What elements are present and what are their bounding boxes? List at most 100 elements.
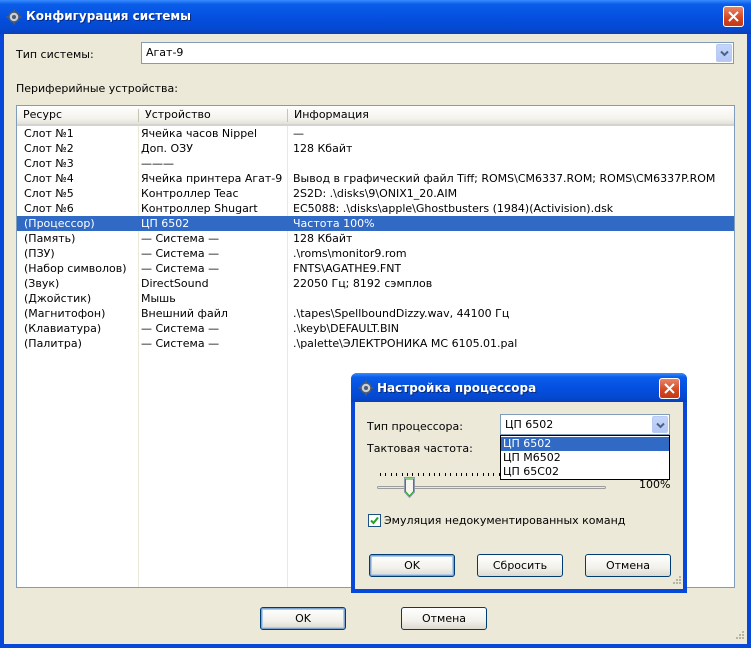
cpu-dialog-title: Настройка процессора bbox=[377, 381, 537, 395]
cell-info: 128 Кбайт bbox=[293, 142, 353, 155]
slider-tick bbox=[401, 473, 403, 476]
cpu-type-value: ЦП 6502 bbox=[505, 418, 554, 431]
table-row[interactable]: (Магнитофон) Внешний файл .\tapes\Spellbou… bbox=[17, 306, 734, 321]
app-gear-icon bbox=[6, 9, 22, 25]
main-titlebar[interactable]: Конфигурация системы bbox=[0, 0, 751, 34]
cell-info: — bbox=[293, 127, 304, 140]
undocumented-ops-label[interactable]: Эмуляция недокументированных команд bbox=[384, 514, 625, 527]
cpu-type-option[interactable]: ЦП 6502 bbox=[501, 437, 669, 451]
cell-device: — Система — bbox=[141, 322, 220, 335]
slider-tick bbox=[444, 473, 446, 476]
cell-info: Вывод в графический файл Tiff; ROMS\CM63… bbox=[293, 172, 716, 185]
resize-grip-icon[interactable] bbox=[733, 630, 745, 642]
table-row[interactable]: (Процессор) ЦП 6502 Частота 100% bbox=[17, 216, 734, 231]
slider-tick bbox=[380, 473, 381, 476]
slider-tick bbox=[385, 473, 387, 476]
column-header-info[interactable]: Информация bbox=[288, 106, 728, 124]
cpu-type-option[interactable]: ЦП M6502 bbox=[501, 451, 669, 465]
chevron-down-icon bbox=[656, 422, 665, 429]
cell-device: Ячейка часов Nippel bbox=[141, 127, 258, 140]
cell-info: Частота 100% bbox=[293, 217, 375, 230]
slider-tick bbox=[493, 473, 495, 476]
slider-tick bbox=[455, 473, 457, 476]
cell-resource: Слот №6 bbox=[24, 202, 74, 215]
cpu-type-select[interactable]: ЦП 6502 bbox=[500, 414, 670, 435]
cell-device: — Система — bbox=[141, 262, 220, 275]
table-row[interactable]: (Палитра) — Система — .\palette\ЭЛЕКТРОНИК… bbox=[17, 336, 734, 351]
cell-device: Контроллер Teac bbox=[141, 187, 239, 200]
slider-tick bbox=[396, 473, 398, 476]
table-row[interactable]: Слот №1 Ячейка часов Nippel — bbox=[17, 126, 734, 141]
cell-resource: (Клавиатура) bbox=[24, 322, 102, 335]
cell-resource: (Набор символов) bbox=[24, 262, 127, 275]
app-gear-icon bbox=[358, 380, 374, 396]
table-row[interactable]: (ПЗУ) — Система — .\roms\monitor9.rom bbox=[17, 246, 734, 261]
cpu-reset-button[interactable]: Сбросить bbox=[477, 554, 563, 577]
close-icon bbox=[728, 11, 739, 22]
column-header-device[interactable]: Устройство bbox=[139, 106, 287, 124]
cell-resource: Слот №4 bbox=[24, 172, 74, 185]
cell-resource: Слот №1 bbox=[24, 127, 74, 140]
close-icon bbox=[664, 383, 675, 394]
slider-tick bbox=[417, 473, 419, 476]
slider-tick bbox=[450, 473, 452, 476]
cell-device: DirectSound bbox=[141, 277, 209, 290]
cell-resource: Слот №5 bbox=[24, 187, 74, 200]
table-row[interactable]: Слот №3 ——— bbox=[17, 156, 734, 171]
table-row[interactable]: Слот №4 Ячейка принтера Агат-9 Вывод в гра… bbox=[17, 171, 734, 186]
cell-info: 22050 Гц; 8192 сэмплов bbox=[293, 277, 433, 290]
peripherals-label: Периферийные устройства: bbox=[16, 82, 178, 95]
cpu-dialog-close-button[interactable] bbox=[659, 378, 680, 399]
slider-tick bbox=[390, 473, 392, 476]
slider-tick bbox=[434, 473, 435, 476]
cell-info: EC5088: .\disks\apple\Ghostbusters (1984… bbox=[293, 202, 614, 215]
cell-device: Мышь bbox=[141, 292, 176, 305]
column-header-resource[interactable]: Ресурс bbox=[17, 106, 138, 124]
cell-resource: (Звук) bbox=[24, 277, 60, 290]
system-type-value: Агат-9 bbox=[146, 46, 184, 59]
table-row[interactable]: Слот №6 Контроллер Shugart EC5088: .\disks… bbox=[17, 201, 734, 216]
cell-resource: (ПЗУ) bbox=[24, 247, 55, 260]
clock-freq-slider-thumb[interactable] bbox=[404, 477, 416, 498]
cell-device: — Система — bbox=[141, 247, 220, 260]
table-row[interactable]: (Звук) DirectSound 22050 Гц; 8192 сэмплов bbox=[17, 276, 734, 291]
slider-tick bbox=[412, 473, 414, 476]
cell-info: .\keyb\DEFAULT.BIN bbox=[293, 322, 400, 335]
cell-device: — Система — bbox=[141, 232, 220, 245]
slider-tick bbox=[439, 473, 441, 476]
cell-info: 2S2D: .\disks\9\ONIX1_20.AIM bbox=[293, 187, 458, 200]
table-row[interactable]: (Память) — Система — 128 Кбайт bbox=[17, 231, 734, 246]
cell-info: .\tapes\SpellboundDizzy.wav, 44100 Гц bbox=[293, 307, 510, 320]
main-close-button[interactable] bbox=[723, 6, 744, 27]
cpu-dialog-titlebar[interactable]: Настройка процессора bbox=[351, 373, 687, 402]
resize-grip-icon[interactable] bbox=[670, 575, 682, 587]
cpu-ok-button[interactable]: OK bbox=[369, 554, 455, 577]
cell-device: ЦП 6502 bbox=[141, 217, 190, 230]
slider-tick bbox=[461, 473, 462, 476]
cpu-type-option[interactable]: ЦП 65C02 bbox=[501, 465, 669, 479]
cell-info: .\palette\ЭЛЕКТРОНИКА МС 6105.01.pal bbox=[293, 337, 518, 350]
cpu-type-dropdown-button[interactable] bbox=[652, 416, 668, 433]
cell-resource: (Магнитофон) bbox=[24, 307, 106, 320]
table-row[interactable]: (Набор символов) — Система — FNTS\AGATHE9.… bbox=[17, 261, 734, 276]
cancel-button[interactable]: Отмена bbox=[401, 607, 487, 630]
system-type-dropdown-button[interactable] bbox=[716, 44, 732, 62]
slider-tick bbox=[423, 473, 425, 476]
cell-info: FNTS\AGATHE9.FNT bbox=[293, 262, 402, 275]
cell-resource: (Память) bbox=[24, 232, 76, 245]
table-row[interactable]: (Джойстик) Мышь bbox=[17, 291, 734, 306]
ok-button[interactable]: OK bbox=[260, 607, 346, 630]
table-row[interactable]: Слот №5 Контроллер Teac 2S2D: .\disks\9\ON… bbox=[17, 186, 734, 201]
system-type-select[interactable]: Агат-9 bbox=[141, 42, 734, 64]
cell-device: Внешний файл bbox=[141, 307, 228, 320]
table-row[interactable]: (Клавиатура) — Система — .\keyb\DEFAULT.BI… bbox=[17, 321, 734, 336]
cell-info: 128 Кбайт bbox=[293, 232, 353, 245]
cpu-cancel-button[interactable]: Отмена bbox=[585, 554, 671, 577]
table-row[interactable]: Слот №2 Доп. ОЗУ 128 Кбайт bbox=[17, 141, 734, 156]
cell-info: .\roms\monitor9.rom bbox=[293, 247, 407, 260]
cell-resource: (Палитра) bbox=[24, 337, 82, 350]
cell-device: Ячейка принтера Агат-9 bbox=[141, 172, 283, 185]
undocumented-ops-checkbox[interactable] bbox=[368, 514, 381, 527]
cpu-type-dropdown-list[interactable]: ЦП 6502 ЦП M6502 ЦП 65C02 bbox=[500, 435, 670, 480]
cell-resource: (Джойстик) bbox=[24, 292, 92, 305]
